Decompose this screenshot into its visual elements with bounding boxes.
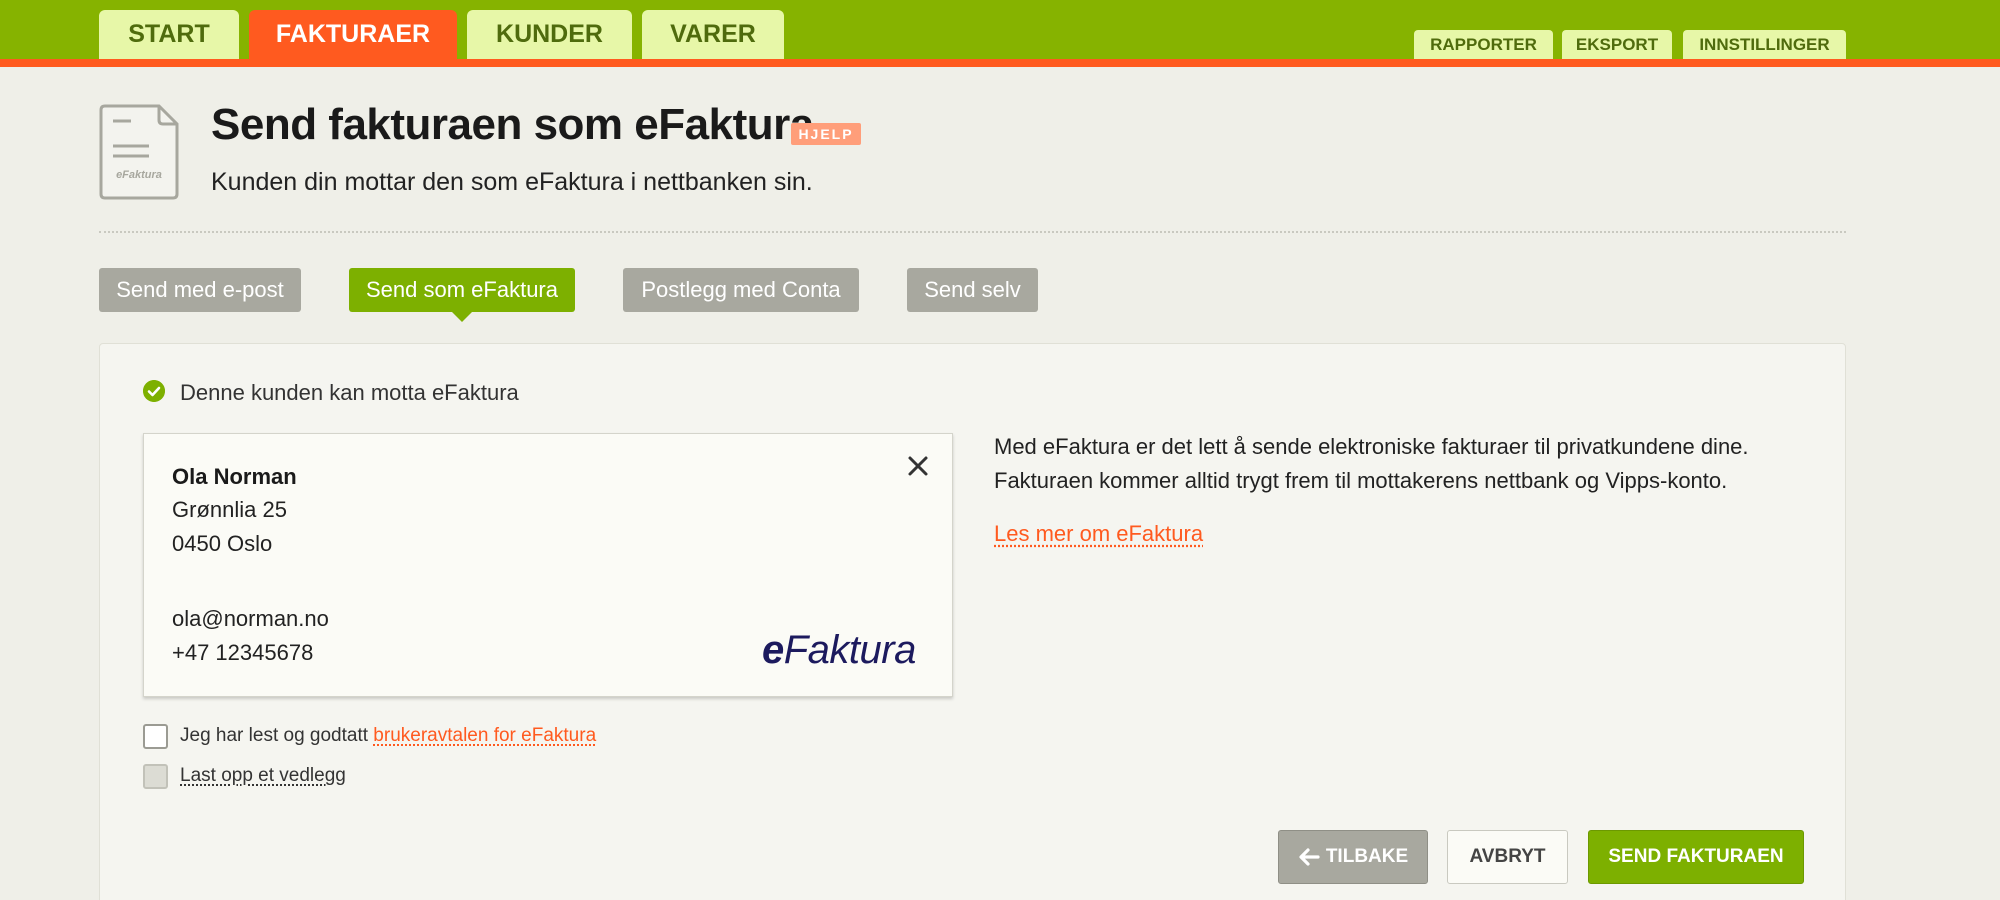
efaktura-status-text: Denne kunden kan motta eFaktura (180, 380, 519, 405)
check-circle-icon (143, 380, 165, 402)
efaktura-logo: eFaktura (762, 628, 916, 673)
agreement-link[interactable]: brukeravtalen for eFaktura (373, 725, 596, 746)
method-tab-efaktura[interactable]: Send som eFaktura (349, 268, 575, 322)
tab-varer[interactable]: VARER (642, 10, 784, 59)
help-badge[interactable]: HJELP (791, 123, 861, 145)
tab-start[interactable]: START (99, 10, 239, 59)
customer-phone: +47 12345678 (172, 640, 314, 665)
info-line-1: Med eFaktura er det lett å sende elektro… (994, 434, 1749, 459)
method-tab-email[interactable]: Send med e-post (99, 268, 301, 312)
icon-label: eFaktura (116, 169, 162, 181)
customer-street: Grønnlia 25 (172, 497, 287, 522)
header-divider (99, 231, 1846, 233)
customer-postal: 0450 Oslo (172, 531, 273, 556)
agreement-prefix: Jeg har lest og godtatt (180, 725, 374, 746)
read-more-link[interactable]: Les mer om eFaktura (994, 521, 1203, 547)
efaktura-logo-e: e (762, 628, 784, 672)
tab-eksport[interactable]: EKSPORT (1562, 30, 1672, 59)
info-line-2: Fakturaen kommer alltid trygt frem til m… (994, 468, 1728, 493)
send-invoice-button[interactable]: SEND FAKTURAEN (1588, 830, 1804, 884)
customer-name: Ola Norman (172, 464, 297, 489)
agreement-label: Jeg har lest og godtatt brukeravtalen fo… (180, 725, 596, 747)
attachment-checkbox[interactable] (143, 764, 168, 789)
tab-rapporter[interactable]: RAPPORTER (1414, 30, 1553, 59)
cancel-button[interactable]: AVBRYT (1447, 830, 1568, 884)
invoice-document-icon: eFaktura (99, 104, 179, 200)
tab-innstillinger[interactable]: INNSTILLINGER (1683, 30, 1846, 59)
method-tab-conta-post[interactable]: Postlegg med Conta (623, 268, 859, 312)
upload-attachment-link[interactable]: Last opp et vedlegg (180, 765, 346, 787)
back-button-label: TILBAKE (1325, 846, 1409, 867)
customer-email: ola@norman.no (172, 606, 329, 631)
arrow-left-icon (1299, 848, 1320, 866)
agreement-checkbox[interactable] (143, 724, 168, 749)
back-button[interactable]: TILBAKE (1278, 830, 1428, 884)
tab-fakturaer[interactable]: FAKTURAER (249, 10, 457, 59)
efaktura-logo-text: Faktura (783, 628, 917, 672)
tab-kunder[interactable]: KUNDER (467, 10, 632, 59)
top-nav-accent-line (0, 59, 2000, 67)
close-icon[interactable] (900, 450, 936, 482)
method-tab-send-self[interactable]: Send selv (907, 268, 1038, 312)
page-title: Send fakturaen som eFaktura (211, 100, 814, 149)
page-subtitle: Kunden din mottar den som eFaktura i net… (211, 168, 813, 196)
